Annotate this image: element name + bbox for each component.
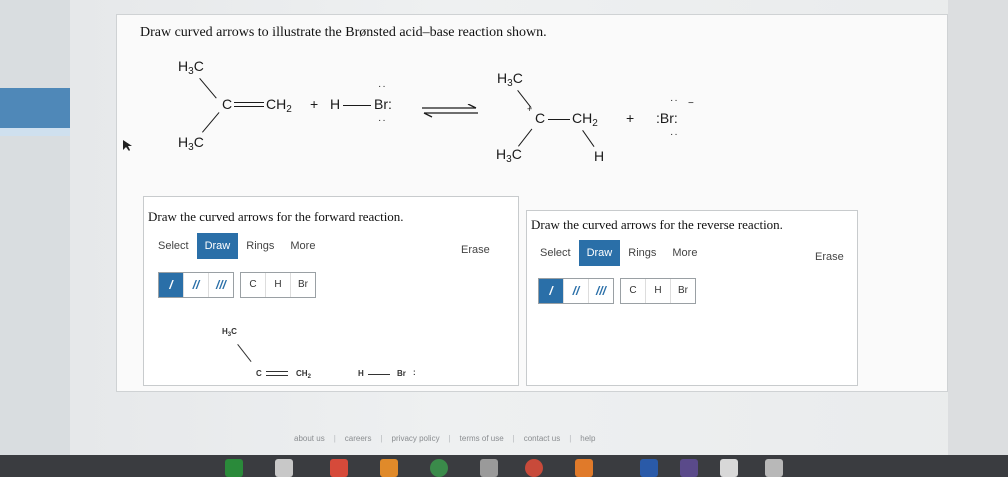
bromide-lone-pair-top: ··: [670, 95, 679, 106]
forward-tool-row: / // /// C H Br: [158, 272, 316, 298]
canvas-hydrogen[interactable]: H: [358, 369, 364, 378]
reactant-alkene-carbon: C: [222, 96, 233, 112]
equilibrium-arrow-icon: [422, 104, 478, 118]
taskbar-app-icon[interactable]: [575, 459, 593, 477]
site-footer: about us | careers | privacy policy | terms…: [285, 434, 604, 443]
reverse-triple-bond-tool[interactable]: ///: [589, 279, 613, 303]
footer-careers-link[interactable]: careers: [336, 434, 381, 443]
footer-privacy-link[interactable]: privacy policy: [383, 434, 449, 443]
canvas-ch2[interactable]: CH2: [296, 369, 311, 380]
reactant-ch2: CH2: [266, 96, 292, 115]
plus-sign-left: +: [310, 96, 319, 112]
reverse-hydrogen-tool[interactable]: H: [646, 279, 671, 303]
taskbar-app-icon[interactable]: [765, 459, 783, 477]
forward-tab-draw[interactable]: Draw: [196, 233, 239, 259]
reverse-bond-tools: / // ///: [538, 278, 614, 304]
forward-atom-tools: C H Br: [240, 272, 316, 298]
forward-triple-bond-tool[interactable]: ///: [209, 273, 233, 297]
forward-toolbar-tabs: Select Draw Rings More: [150, 233, 323, 259]
reverse-tab-rings[interactable]: Rings: [620, 240, 664, 266]
product-cation-carbon: C: [535, 110, 546, 126]
desktop-left-edge: [0, 0, 70, 477]
canvas-carbon[interactable]: C: [256, 369, 262, 378]
footer-contact-link[interactable]: contact us: [515, 434, 569, 443]
reactant-methyl-top: H3C: [178, 58, 204, 77]
bromide-lone-pair-bottom: ··: [670, 129, 679, 140]
forward-title: Draw the curved arrows for the forward r…: [148, 209, 404, 224]
taskbar-app-icon[interactable]: [720, 459, 738, 477]
double-bond: [234, 102, 264, 107]
background-window-strip: [0, 128, 70, 136]
background-window-tab: [0, 88, 70, 128]
os-taskbar: [0, 455, 1008, 477]
forward-bond-tools: / // ///: [158, 272, 234, 298]
reverse-bromine-tool[interactable]: Br: [671, 279, 695, 303]
taskbar-app-icon[interactable]: [275, 459, 293, 477]
taskbar-app-icon[interactable]: [480, 459, 498, 477]
reverse-tab-more[interactable]: More: [664, 240, 705, 266]
forward-carbon-tool[interactable]: C: [241, 273, 266, 297]
reverse-tab-draw[interactable]: Draw: [578, 240, 621, 266]
product-ch2: CH2: [572, 110, 598, 129]
canvas-methyl[interactable]: H3C: [222, 327, 237, 338]
canvas-double-bond[interactable]: [266, 371, 288, 376]
forward-tab-rings[interactable]: Rings: [238, 233, 282, 259]
bromine-atom: Br:: [374, 96, 392, 112]
bromide-charge: −: [688, 98, 694, 109]
reverse-toolbar-tabs: Select Draw Rings More: [532, 240, 705, 266]
plus-sign-right: +: [626, 110, 635, 126]
footer-about-link[interactable]: about us: [285, 434, 334, 443]
reverse-tool-row: / // /// C H Br: [538, 278, 696, 304]
taskbar-app-icon[interactable]: [680, 459, 698, 477]
desktop-right-edge: [948, 0, 1008, 455]
hydrogen-atom: H: [330, 96, 341, 112]
bromide-ion: :Br:: [656, 110, 678, 126]
canvas-bromine[interactable]: Br: [397, 369, 406, 378]
product-hydrogen: H: [594, 148, 605, 164]
taskbar-app-icon[interactable]: [330, 459, 348, 477]
question-text: Draw curved arrows to illustrate the Brø…: [140, 25, 547, 40]
reverse-title: Draw the curved arrows for the reverse r…: [531, 217, 783, 232]
h-br-bond: [343, 105, 371, 106]
reverse-carbon-tool[interactable]: C: [621, 279, 646, 303]
taskbar-app-icon[interactable]: [225, 459, 243, 477]
product-methyl-top: H3C: [497, 70, 523, 89]
mouse-cursor-icon: [123, 140, 132, 151]
taskbar-app-icon[interactable]: [380, 459, 398, 477]
canvas-h-br-bond[interactable]: [368, 374, 390, 375]
forward-double-bond-tool[interactable]: //: [184, 273, 209, 297]
reverse-atom-tools: C H Br: [620, 278, 696, 304]
reverse-double-bond-tool[interactable]: //: [564, 279, 589, 303]
br-lone-pair-top: ··: [378, 81, 387, 92]
product-methyl-bottom: H3C: [496, 146, 522, 165]
br-lone-pair-bottom: ··: [378, 115, 387, 126]
taskbar-app-icon[interactable]: [525, 459, 543, 477]
forward-bromine-tool[interactable]: Br: [291, 273, 315, 297]
footer-terms-link[interactable]: terms of use: [451, 434, 513, 443]
forward-single-bond-tool[interactable]: /: [159, 273, 184, 297]
reverse-single-bond-tool[interactable]: /: [539, 279, 564, 303]
carbocation-charge: +: [527, 104, 533, 114]
forward-hydrogen-tool[interactable]: H: [266, 273, 291, 297]
footer-help-link[interactable]: help: [571, 434, 604, 443]
taskbar-app-icon[interactable]: [640, 459, 658, 477]
canvas-br-lone-pair[interactable]: :: [413, 368, 416, 377]
forward-tab-select[interactable]: Select: [150, 233, 197, 259]
reverse-tab-select[interactable]: Select: [532, 240, 579, 266]
reverse-erase-button[interactable]: Erase: [815, 251, 844, 263]
forward-tab-more[interactable]: More: [282, 233, 323, 259]
c-ch2-bond: [548, 119, 570, 120]
taskbar-app-icon[interactable]: [430, 459, 448, 477]
reactant-methyl-bottom: H3C: [178, 134, 204, 153]
forward-erase-button[interactable]: Erase: [461, 244, 490, 256]
